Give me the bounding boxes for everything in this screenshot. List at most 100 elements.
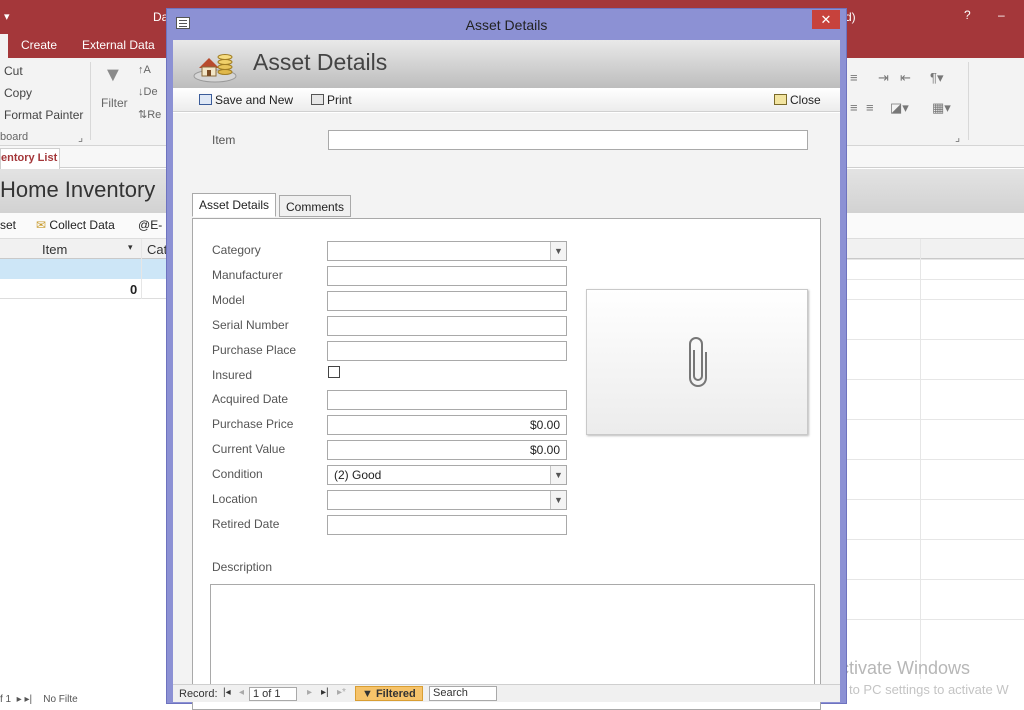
cut-button[interactable]: Cut <box>4 64 23 78</box>
sort-ascending-button[interactable]: ↑A <box>138 64 151 76</box>
description-label: Description <box>212 560 273 574</box>
close-form-icon <box>774 94 787 105</box>
email-icon: @ <box>138 218 151 232</box>
chevron-down-icon[interactable]: ▼ <box>550 242 566 260</box>
paragraph-direction-icon[interactable]: ¶▾ <box>930 70 944 86</box>
tab-comments[interactable]: Comments <box>279 195 352 217</box>
serial-number-label: Serial Number <box>212 318 289 332</box>
align-right-icon[interactable]: ≡ <box>850 100 858 115</box>
next-record-button[interactable]: ▸ <box>307 687 312 698</box>
indent-increase-icon[interactable]: ⇥ <box>878 70 889 86</box>
help-button[interactable]: ? <box>964 8 971 22</box>
grid-line <box>846 579 1024 580</box>
print-button[interactable]: Print <box>311 93 352 107</box>
text-format-launcher-icon[interactable]: ⌟ <box>955 131 960 144</box>
filter-button[interactable]: Filter <box>101 96 128 110</box>
gridlines-icon[interactable]: ▦▾ <box>932 100 951 116</box>
grid-column-line <box>141 239 142 299</box>
acquired-date-input[interactable] <box>327 390 567 410</box>
grid-line <box>846 299 1024 300</box>
acquired-date-label: Acquired Date <box>212 392 289 406</box>
chevron-down-icon[interactable]: ▼ <box>550 491 566 509</box>
fill-color-icon[interactable]: ◪▾ <box>890 100 909 116</box>
grid-line <box>846 279 1024 280</box>
tab-create[interactable]: Create <box>21 38 57 52</box>
close-form-button[interactable]: Close <box>774 93 821 107</box>
attachment-box[interactable] <box>586 289 808 435</box>
location-select[interactable]: ▼ <box>327 490 567 510</box>
filtered-toggle[interactable]: ▼ Filtered <box>355 686 423 701</box>
dialog-titlebar[interactable]: Asset Details ✕ <box>167 9 846 39</box>
collect-data-icon: ✉ <box>36 218 47 232</box>
align-icon[interactable]: ≡ <box>850 70 858 85</box>
new-record-button[interactable]: ▸* <box>337 687 346 698</box>
column-sort-icon[interactable]: ▾ <box>128 242 133 253</box>
condition-select[interactable]: (2) Good ▼ <box>327 465 567 485</box>
remove-sort-button[interactable]: ⇅Re <box>138 108 161 121</box>
last-record-button[interactable]: ▸| <box>321 687 329 698</box>
save-and-new-button[interactable]: Save and New <box>199 93 293 107</box>
sort-descending-button[interactable]: ↓De <box>138 86 158 98</box>
dialog-launcher-icon[interactable]: ⌟ <box>78 131 83 144</box>
tab-home[interactable] <box>0 34 8 58</box>
item-input[interactable] <box>328 130 808 150</box>
purchase-place-input[interactable] <box>327 341 567 361</box>
current-value-input[interactable]: $0.00 <box>327 440 567 460</box>
current-record-input[interactable]: 1 of 1 <box>249 687 297 701</box>
activate-windows-watermark: Activate Windows <box>828 658 971 678</box>
ribbon-separator <box>968 62 969 140</box>
indent-decrease-icon[interactable]: ⇤ <box>900 70 911 86</box>
bg-form-title: Home Inventory <box>0 177 156 202</box>
description-textarea[interactable] <box>210 584 815 690</box>
tab-inventory-list[interactable]: entory List <box>0 148 60 169</box>
filter-icon: ▼ <box>103 64 123 86</box>
copy-button[interactable]: Copy <box>4 86 32 100</box>
record-search-input[interactable]: Search <box>429 686 497 701</box>
current-value-label: Current Value <box>212 442 286 456</box>
column-header-category[interactable]: Cat <box>147 242 167 257</box>
serial-number-input[interactable] <box>327 316 567 336</box>
form-header-title: Asset Details <box>253 49 388 75</box>
first-record-button[interactable]: |◂ <box>223 687 231 698</box>
total-count: 0 <box>130 282 138 297</box>
email-list-button[interactable]: @E- <box>138 218 162 232</box>
grid-line <box>846 339 1024 340</box>
manufacturer-label: Manufacturer <box>212 268 283 282</box>
format-painter-button[interactable]: Format Painter <box>4 108 83 122</box>
grid-line <box>846 419 1024 420</box>
tab-asset-details[interactable]: Asset Details <box>192 193 277 217</box>
collect-data-button[interactable]: ✉ Collect Data <box>36 218 115 232</box>
dialog-body: Asset Details Save and New Print Close I… <box>173 40 840 710</box>
form-header-band: Asset Details <box>173 40 840 88</box>
dialog-close-button[interactable]: ✕ <box>812 10 840 29</box>
align-justify-icon[interactable]: ≡ <box>866 100 874 115</box>
model-input[interactable] <box>327 291 567 311</box>
dialog-title: Asset Details <box>465 17 548 33</box>
tab-external-data[interactable]: External Data <box>82 38 155 52</box>
printer-icon <box>311 94 324 105</box>
record-label: Record: <box>179 688 218 700</box>
model-label: Model <box>212 293 245 307</box>
minimize-button[interactable]: – <box>998 8 1005 22</box>
form-detail-area: Item Asset Details Comments Category ▼ M… <box>173 113 840 710</box>
chevron-down-icon[interactable]: ▼ <box>550 466 566 484</box>
asset-details-dialog: Asset Details ✕ Asset Details Save and N… <box>166 8 847 710</box>
form-command-bar: Save and New Print Close <box>173 88 840 112</box>
quick-access-menu[interactable]: ▾ <box>4 10 10 23</box>
new-asset-button[interactable]: set <box>0 218 16 232</box>
bg-record-status: f 1 ▸ ▸| No Filte <box>0 694 78 704</box>
category-select[interactable]: ▼ <box>327 241 567 261</box>
purchase-place-label: Purchase Place <box>212 343 297 357</box>
clipboard-group-label: board <box>0 131 29 143</box>
grid-column-line <box>920 239 921 679</box>
manufacturer-input[interactable] <box>327 266 567 286</box>
insured-checkbox[interactable] <box>328 366 340 378</box>
previous-record-button[interactable]: ◂ <box>239 687 244 698</box>
asset-house-icon <box>193 54 237 83</box>
grid-line <box>846 619 1024 620</box>
retired-date-input[interactable] <box>327 515 567 535</box>
ribbon-separator <box>90 62 91 140</box>
condition-label: Condition <box>212 467 263 481</box>
column-header-item[interactable]: Item <box>42 242 67 257</box>
purchase-price-input[interactable]: $0.00 <box>327 415 567 435</box>
